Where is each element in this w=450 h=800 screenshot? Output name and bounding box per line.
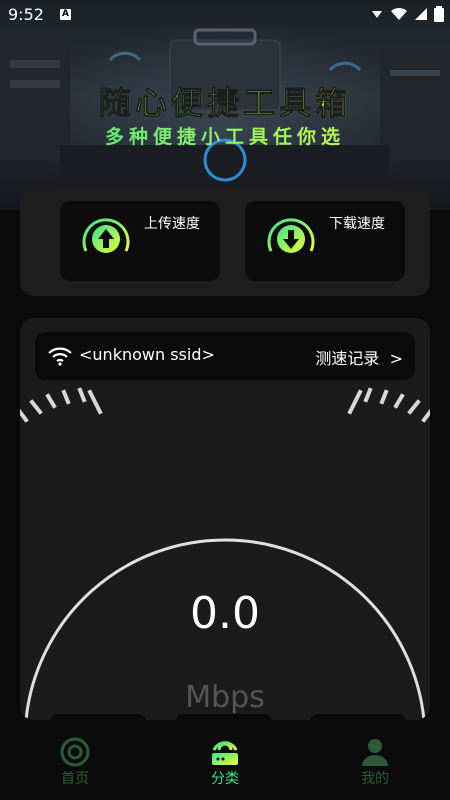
upload-speed-button[interactable]: 上传速度 <box>60 201 220 281</box>
nav-profile[interactable]: 我的 <box>300 720 450 800</box>
notification-a-icon: A <box>60 9 71 20</box>
speed-gauge <box>20 387 430 720</box>
speed-unit: Mbps <box>185 680 265 715</box>
download-speed-button[interactable]: 下载速度 <box>245 201 405 281</box>
wifi-icon <box>48 347 72 366</box>
speed-history-link[interactable]: 测速记录 > <box>315 345 403 369</box>
speed-gauge-card: <unknown ssid> 测速记录 > 0.0 Mbps <box>20 318 430 720</box>
download-gauge-icon <box>267 218 315 265</box>
home-icon <box>60 737 90 767</box>
profile-icon <box>362 739 388 766</box>
category-icon <box>212 741 238 765</box>
hero-title: 随心便捷工具箱 <box>0 78 450 124</box>
upload-gauge-icon <box>82 218 130 265</box>
nav-category[interactable]: 分类 <box>150 720 300 800</box>
status-bar: 9:52 A <box>0 0 450 30</box>
nav-home-label: 首页 <box>61 771 89 787</box>
upload-speed-label: 上传速度 <box>144 216 200 232</box>
nav-home[interactable]: 首页 <box>0 720 150 800</box>
cell-signal-icon <box>415 8 427 20</box>
network-ssid: <unknown ssid> <box>79 345 215 364</box>
chevron-right-icon: > <box>389 349 403 368</box>
battery-icon <box>434 6 444 22</box>
status-time: 9:52 <box>8 5 44 24</box>
download-speed-label: 下载速度 <box>329 216 385 232</box>
status-icons <box>370 6 444 22</box>
wifi-status-icon <box>391 7 407 20</box>
hero-subtitle: 多种便捷小工具任你选 <box>0 122 450 149</box>
speed-history-label: 测速记录 <box>315 349 380 368</box>
nav-profile-label: 我的 <box>361 771 389 787</box>
bottom-navigation: 首页 分类 我的 <box>0 720 450 800</box>
signal-dot-icon <box>372 11 382 18</box>
network-info-bar[interactable]: <unknown ssid> 测速记录 > <box>35 332 415 380</box>
speed-type-card: 上传速度 下载速度 <box>20 188 430 296</box>
nav-category-label: 分类 <box>211 771 239 787</box>
speed-value: 0.0 <box>190 588 260 639</box>
hero-banner: 随心便捷工具箱 多种便捷小工具任你选 <box>0 0 450 210</box>
